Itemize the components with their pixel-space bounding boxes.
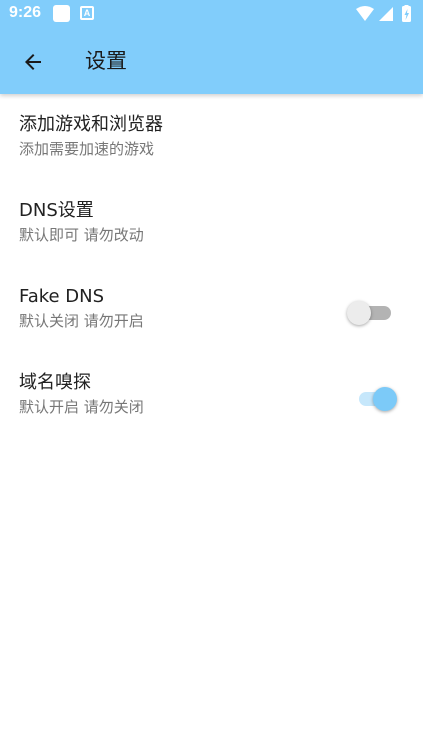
app-bar: 设置 (0, 30, 423, 94)
setting-add-games-browsers[interactable]: 添加游戏和浏览器 添加需要加速的游戏 (0, 94, 423, 180)
toggle-thumb (347, 301, 371, 325)
signal-icon (379, 7, 393, 21)
header: 9:26 A 设置 (0, 0, 423, 94)
arrow-left-icon (25, 54, 41, 70)
page-title: 设置 (85, 49, 127, 73)
setting-subtitle: 添加需要加速的游戏 (19, 140, 155, 158)
setting-fake-dns[interactable]: Fake DNS 默认关闭 请勿开启 (0, 266, 423, 352)
setting-subtitle: 默认关闭 请勿开启 (19, 312, 144, 330)
setting-subtitle: 默认开启 请勿关闭 (19, 398, 144, 416)
status-time: 9:26 (9, 4, 42, 21)
status-icons (355, 5, 415, 23)
setting-title: 添加游戏和浏览器 (19, 114, 163, 135)
setting-title: 域名嗅探 (19, 372, 91, 393)
wifi-icon (356, 6, 374, 21)
setting-title: DNS设置 (19, 200, 94, 221)
settings-list: 添加游戏和浏览器 添加需要加速的游戏 DNS设置 默认即可 请勿改动 Fake … (0, 94, 423, 438)
fake-dns-toggle[interactable] (347, 299, 393, 325)
status-bar: 9:26 A (0, 0, 423, 30)
notification-square-icon (53, 5, 70, 22)
setting-dns[interactable]: DNS设置 默认即可 请勿改动 (0, 180, 423, 266)
toggle-thumb (373, 387, 397, 411)
battery-icon (402, 5, 411, 22)
setting-subtitle: 默认即可 请勿改动 (19, 226, 144, 244)
domain-sniffing-toggle[interactable] (353, 385, 397, 411)
keyboard-a-icon: A (80, 6, 94, 20)
back-button[interactable] (15, 44, 51, 80)
setting-domain-sniffing[interactable]: 域名嗅探 默认开启 请勿关闭 (0, 352, 423, 438)
setting-title: Fake DNS (19, 286, 105, 307)
